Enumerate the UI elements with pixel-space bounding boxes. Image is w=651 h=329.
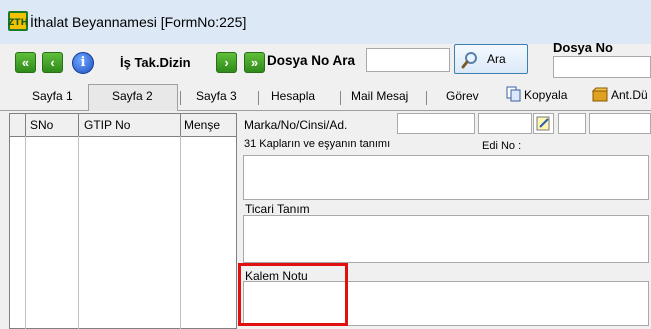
tab-sayfa-3[interactable]: Sayfa 3 [196,89,237,103]
grid-header-gtip-no[interactable]: GTIP No [84,118,130,132]
info-icon: i [80,55,86,70]
tab-kopyala[interactable]: Kopyala [524,88,567,102]
marka-label: Marka/No/Cinsi/Ad. [244,118,348,132]
previous-record-button[interactable]: ‹ [42,52,63,73]
tab-mail-mesaj[interactable]: Mail Mesaj [351,89,408,103]
next-record-button[interactable]: › [216,52,237,73]
info-button[interactable]: i [72,52,94,74]
marka-input-3[interactable] [558,113,586,134]
tab-sayfa-2[interactable]: Sayfa 2 [112,89,153,103]
tab-separator [340,91,341,105]
dosya-no-search-input[interactable] [366,48,450,72]
highlight-annotation-box [238,263,348,326]
edi-no-label: Edi No : [482,140,522,152]
ara-button[interactable]: Ara [454,44,528,74]
is-takip-dizin-link[interactable]: İş Tak.Dizin [120,55,191,70]
copy-icon [506,86,521,102]
dosya-no-ara-label: Dosya No Ara [267,53,356,68]
tab-hesapla[interactable]: Hesapla [271,89,315,103]
grid-column-line [78,136,79,329]
grid-header-mense[interactable]: Menşe [184,118,220,132]
items-grid[interactable] [9,113,237,329]
magnifier-icon [461,52,477,69]
double-chevron-left-icon: « [21,55,30,70]
esya-tanimi-textarea[interactable] [243,155,649,200]
chevron-right-icon: › [224,55,229,70]
tab-separator [180,91,181,105]
marka-input-1[interactable] [397,113,475,134]
edit-note-icon [536,116,550,131]
first-record-button[interactable]: « [15,52,36,73]
grid-column-separator [78,114,79,136]
ticari-tanim-label: Ticari Tanım [245,202,310,216]
ticari-tanim-textarea[interactable] [243,215,649,263]
grid-column-line [180,136,181,329]
grid-column-line [25,136,26,329]
marka-input-2[interactable] [478,113,532,134]
grid-header-sno[interactable]: SNo [30,118,53,132]
tab-sayfa-1[interactable]: Sayfa 1 [32,89,73,103]
tab-separator [258,91,259,105]
marka-input-4[interactable] [589,113,651,134]
double-chevron-right-icon: » [250,55,259,70]
package-icon [592,87,608,102]
last-record-button[interactable]: » [244,52,265,73]
tab-separator [426,91,427,105]
window-title: İthalat Beyannamesi [FormNo:225] [30,14,247,30]
tab-gorev[interactable]: Görev [446,89,479,103]
svg-text:ZTH: ZTH [8,18,28,28]
dosya-no-input[interactable] [553,56,651,78]
app-logo-icon: ZTH [8,11,28,31]
dosya-no-label: Dosya No [553,40,613,55]
kaplar-label: 31 Kapların ve eşyanın tanımı [244,138,391,150]
ara-button-label: Ara [487,52,506,66]
chevron-left-icon: ‹ [50,55,55,70]
marka-edit-button[interactable] [533,113,554,134]
tab-ant-du[interactable]: Ant.Dü [611,88,648,102]
grid-column-separator [25,114,26,136]
grid-column-separator [180,114,181,136]
